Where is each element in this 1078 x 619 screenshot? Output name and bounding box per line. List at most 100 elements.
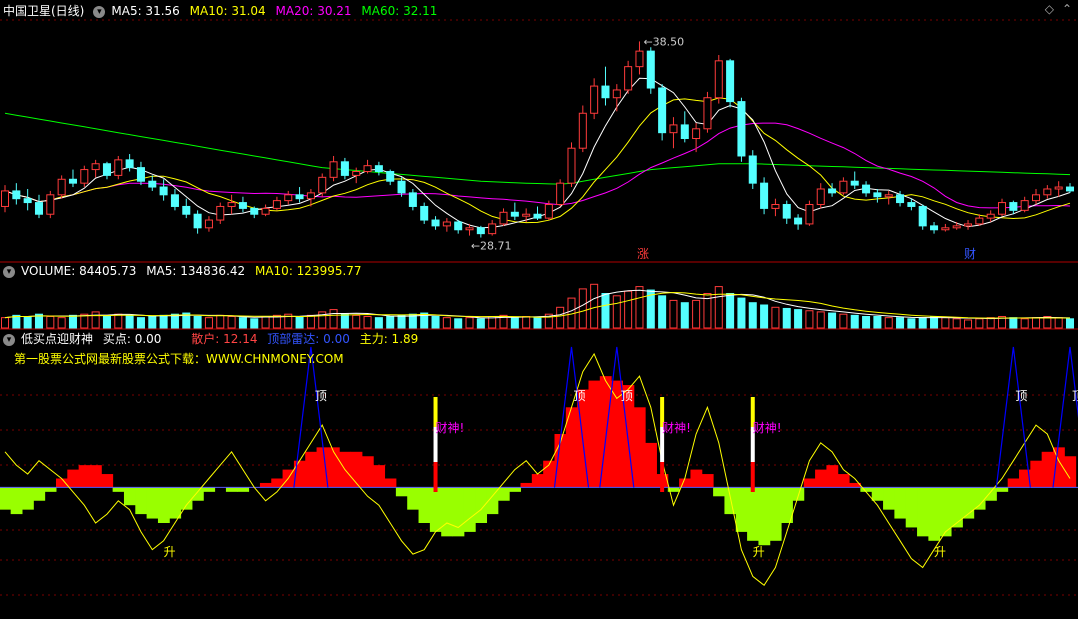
main-force-neg-bar [497, 487, 510, 501]
candle-body [601, 85, 610, 99]
candle-body [624, 66, 633, 91]
candle-body [91, 163, 100, 171]
main-force-pos-bar [305, 451, 318, 488]
candle-body [1043, 188, 1052, 196]
main-force-neg-bar [237, 487, 250, 492]
volume-bar [726, 293, 735, 329]
top-label-0: 顶 [315, 389, 327, 403]
candle-body [998, 202, 1007, 215]
sheng-label-2: 升 [934, 545, 946, 559]
candle-body [941, 227, 950, 231]
top-label-4: 顶 [1072, 389, 1078, 403]
volume-bar [873, 316, 882, 329]
candle-body [510, 211, 519, 217]
volume-bar [590, 283, 599, 329]
main-force-pos-bar [1030, 460, 1043, 488]
main-force-neg-bar [441, 487, 454, 537]
candle-body [170, 194, 179, 207]
candle-body [352, 171, 361, 176]
sheng-label-1: 升 [753, 545, 765, 559]
candle-body [227, 202, 236, 207]
candle-body [318, 176, 327, 194]
candle-body [397, 180, 406, 194]
candle-body [46, 194, 55, 215]
candle-body [737, 101, 746, 157]
candle-body [873, 192, 882, 198]
zhang-marker: 涨 [637, 246, 649, 261]
volume-bar [148, 316, 157, 329]
candle-body [658, 87, 667, 134]
candle-body [442, 221, 451, 227]
volume-settings-icon[interactable]: ▾ [3, 265, 15, 278]
candle-body [102, 163, 111, 176]
volume-bar [669, 299, 678, 329]
candle-body [1031, 194, 1041, 202]
volume-bar [975, 318, 984, 329]
volume-bar [782, 307, 791, 329]
candle-body [646, 50, 655, 89]
high-price-label: ←38.50 [643, 35, 684, 48]
candle-body [465, 227, 474, 231]
volume-bar [0, 317, 10, 329]
top-label-2: 顶 [621, 389, 633, 403]
toolbar: ◇ ⌃ [1037, 2, 1072, 16]
volume-panel-header: ▾ VOLUME: 84405.73 MA5: 134836.42 MA10: 1… [0, 262, 368, 280]
radar-readout: 顶部雷达: 0.00 [267, 332, 350, 346]
collapse-icon[interactable]: ⌃ [1062, 2, 1072, 16]
main-force-pos-bar [327, 447, 340, 488]
candle-body [1065, 186, 1075, 192]
volume-bar [850, 314, 859, 329]
candle-body [363, 165, 372, 173]
candle-body [57, 178, 66, 196]
candle-body [431, 219, 440, 227]
candle-body [884, 194, 893, 198]
stock-title: 中国卫星(日线) [3, 4, 85, 18]
candle-body [544, 204, 553, 219]
volume-bar [454, 318, 463, 329]
settings-icon[interactable]: ▾ [93, 5, 106, 18]
volume-bar [57, 317, 66, 329]
main-force-neg-bar [10, 487, 23, 515]
candle-body [374, 165, 383, 173]
candle-body [748, 155, 757, 184]
indicator-settings-icon[interactable]: ▾ [3, 333, 15, 346]
volume-bar [204, 317, 213, 329]
main-force-pos-bar [701, 474, 714, 488]
volume-bar [680, 302, 689, 329]
candle-body [182, 205, 191, 215]
main-force-neg-bar [395, 487, 408, 497]
main-force-neg-bar [928, 487, 941, 541]
volume-bar [771, 306, 780, 329]
volume-bar [1065, 318, 1075, 329]
main-force-neg-bar [724, 487, 737, 515]
ma20-readout: MA20: 30.21 [275, 4, 352, 18]
volume-bar [760, 304, 769, 329]
volume-bar [1020, 318, 1029, 329]
main-force-pos-bar [690, 469, 703, 488]
diamond-icon[interactable]: ◇ [1045, 2, 1054, 16]
volume-bar [340, 313, 349, 329]
candle-body [454, 221, 463, 231]
candle-body [159, 186, 168, 196]
volume-ma5-line [4, 289, 1071, 320]
volume-bar [1031, 317, 1041, 329]
volume-bar [125, 314, 134, 329]
volume-bar [533, 317, 542, 329]
main-force-pos-bar [78, 465, 91, 488]
candle-body [556, 182, 565, 206]
top-label-1: 顶 [573, 389, 585, 403]
candle-body [1009, 202, 1018, 211]
main-force-neg-bar [203, 487, 216, 492]
candle-body [0, 190, 10, 207]
candle-body [80, 169, 89, 184]
volume-bar [737, 297, 746, 329]
volume-bar [238, 317, 247, 329]
main-force-neg-bar [735, 487, 748, 532]
main-force-neg-bar [112, 487, 125, 492]
ma60-line [4, 112, 1071, 185]
volume-bar [964, 319, 973, 329]
candle-body [216, 205, 225, 221]
main-force-neg-bar [769, 487, 782, 541]
candle-body [862, 184, 871, 194]
retail-readout: 散户: 12.14 [191, 332, 258, 346]
